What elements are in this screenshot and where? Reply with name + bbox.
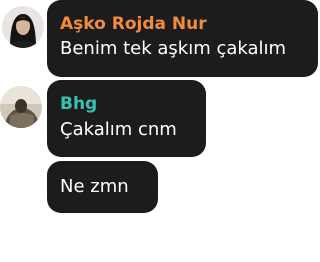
- sender-name: Bhg: [60, 94, 98, 114]
- avatar[interactable]: [0, 86, 42, 128]
- message-text: Benim tek aşkım çakalım: [60, 38, 287, 59]
- message-bubble[interactable]: Aşko Rojda Nur Benim tek aşkım çakalım: [47, 0, 318, 77]
- profile-photo-avatar-icon: [0, 86, 42, 128]
- message-text: Ne zmn: [60, 176, 129, 197]
- profile-photo-avatar-icon: [2, 6, 44, 48]
- sender-name: Aşko Rojda Nur: [60, 14, 207, 34]
- chat-thread: Aşko Rojda Nur Benim tek aşkım çakalım B…: [0, 0, 320, 262]
- message-bubble[interactable]: Ne zmn: [47, 161, 158, 213]
- avatar[interactable]: [2, 6, 44, 48]
- message-text: Çakalım cnm: [60, 119, 177, 140]
- message-bubble[interactable]: Bhg Çakalım cnm: [47, 80, 206, 157]
